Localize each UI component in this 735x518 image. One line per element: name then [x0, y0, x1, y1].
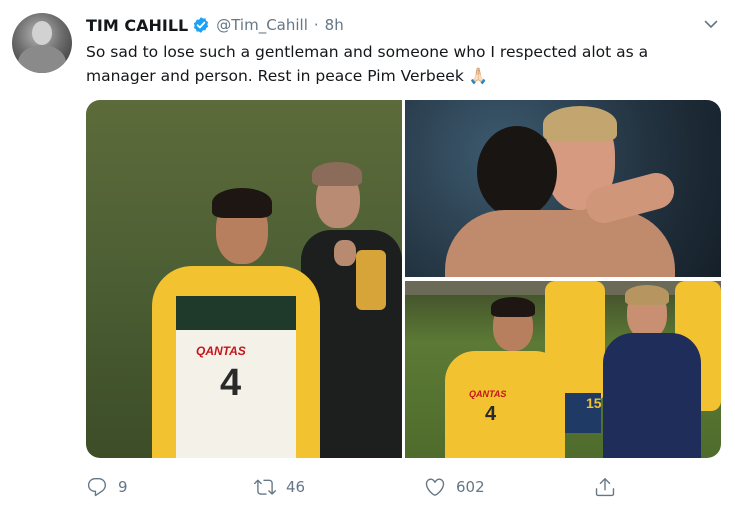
verified-badge-icon: [192, 16, 210, 34]
photo-cahill-training[interactable]: QANTAS 4: [86, 100, 402, 458]
timestamp[interactable]: 8h: [325, 16, 344, 34]
tweet-actions: 9 46 602: [86, 476, 721, 504]
user-handle[interactable]: @Tim_Cahill: [216, 16, 308, 34]
shirt-number-2: 15: [586, 395, 602, 411]
separator-dot: ·: [313, 16, 319, 34]
shirt-number-3: 4: [485, 403, 497, 425]
photo-embrace[interactable]: [405, 100, 721, 277]
reply-button[interactable]: 9: [86, 476, 128, 498]
reply-count: 9: [118, 478, 128, 496]
photo-smiling-training[interactable]: 15 QANTAS 4: [405, 281, 721, 458]
share-button[interactable]: [594, 476, 616, 498]
like-button[interactable]: 602: [424, 476, 485, 498]
photo-grid: QANTAS 4 15 QANTAS 4: [86, 100, 721, 458]
share-icon: [595, 478, 615, 497]
retweet-count: 46: [286, 478, 306, 496]
shirt-sponsor: QANTAS: [196, 344, 246, 358]
chevron-down-icon[interactable]: [703, 16, 719, 32]
avatar[interactable]: [12, 13, 72, 73]
tweet-header: TIM CAHILL @Tim_Cahill · 8h: [86, 14, 344, 36]
avatar-shoulders: [18, 45, 66, 73]
tweet-text: So sad to lose such a gentleman and some…: [86, 43, 649, 85]
display-name[interactable]: TIM CAHILL: [86, 16, 188, 35]
avatar-head: [32, 21, 52, 45]
retweet-button[interactable]: 46: [254, 476, 305, 498]
shirt-sponsor-2: QANTAS: [469, 389, 507, 399]
heart-icon: [425, 478, 445, 496]
like-count: 602: [456, 478, 485, 496]
shirt-number: 4: [220, 362, 242, 404]
retweet-icon: [254, 479, 276, 495]
reply-icon: [87, 478, 107, 497]
